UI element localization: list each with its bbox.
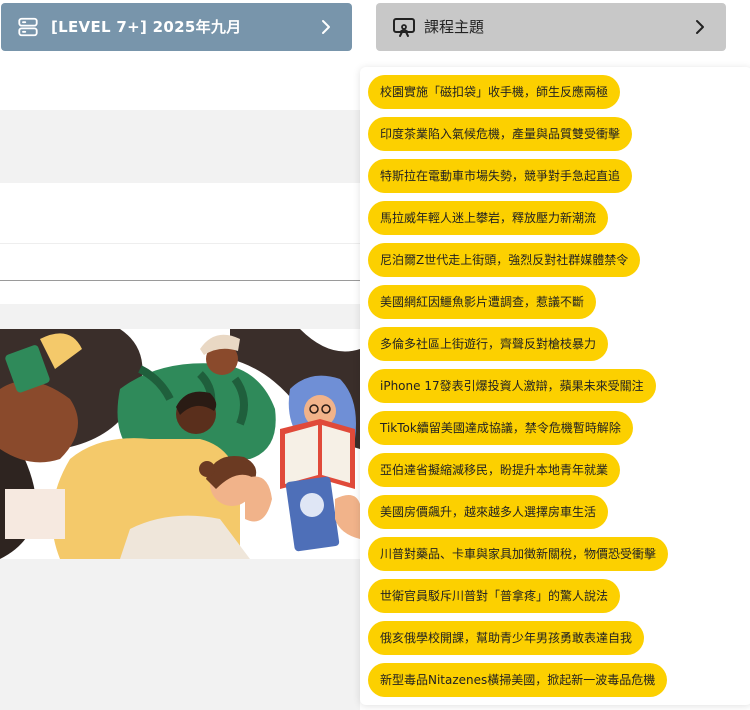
topic-row: 特斯拉在電動車市場失勢，競爭對手急起直追 <box>368 159 668 201</box>
presentation-board-icon <box>393 18 415 37</box>
topic-item[interactable]: 校園實施「磁扣袋」收手機，師生反應兩極 <box>368 75 621 109</box>
topic-selector-button[interactable]: 課程主題 <box>376 3 726 51</box>
topic-row: 校園實施「磁扣袋」收手機，師生反應兩極 <box>368 75 668 117</box>
topic-item[interactable]: 多倫多社區上街遊行，齊聲反對槍枝暴力 <box>368 327 609 361</box>
topic-label: 課程主題 <box>424 18 485 36</box>
content-band <box>0 183 360 243</box>
topic-item[interactable]: 川普對藥品、卡車與家具加徵新關稅，物價恐受衝擊 <box>368 537 669 571</box>
level-label: [LEVEL 7+] 2025年九月 <box>51 18 242 36</box>
topic-row: 多倫多社區上街遊行，齊聲反對槍枝暴力 <box>368 327 668 369</box>
topic-item[interactable]: 尼泊爾Z世代走上街頭，強烈反對社群媒體禁令 <box>368 243 641 277</box>
topic-row: 馬拉威年輕人迷上攀岩，釋放壓力新潮流 <box>368 201 668 243</box>
topic-item[interactable]: 亞伯達省擬縮減移民，盼提升本地青年就業 <box>368 453 621 487</box>
topic-row: iPhone 17發表引爆投資人激辯，蘋果未來受關注 <box>368 369 668 411</box>
topic-item[interactable]: 美國網紅因鱷魚影片遭調查，惹議不斷 <box>368 285 597 319</box>
level-selector-button[interactable]: [LEVEL 7+] 2025年九月 <box>1 3 352 51</box>
topic-row: 亞伯達省擬縮減移民，盼提升本地青年就業 <box>368 453 668 495</box>
content-band <box>0 304 360 329</box>
text-field-area <box>0 243 360 281</box>
top-bar: [LEVEL 7+] 2025年九月 課程主題 <box>0 0 750 62</box>
reading-people-illustration <box>0 329 360 559</box>
topic-item[interactable]: 特斯拉在電動車市場失勢，競爭對手急起直追 <box>368 159 633 193</box>
topic-row: 美國房價飆升，越來越多人選擇房車生活 <box>368 495 668 537</box>
topic-item[interactable]: 世衛官員駁斥川普對「普拿疼」的驚人說法 <box>368 579 621 613</box>
topic-row: 美國網紅因鱷魚影片遭調查，惹議不斷 <box>368 285 668 327</box>
topic-item[interactable]: 俄亥俄學校開課，幫助青少年男孩勇敢表達自我 <box>368 621 645 655</box>
topic-row: TikTok續留美國達成協議，禁令危機暫時解除 <box>368 411 668 453</box>
topic-item[interactable]: 印度茶業陷入氣候危機，產量與品質雙受衝擊 <box>368 117 633 151</box>
topic-item[interactable]: TikTok續留美國達成協議，禁令危機暫時解除 <box>368 411 633 445</box>
topic-item[interactable]: iPhone 17發表引爆投資人激辯，蘋果未來受關注 <box>368 369 656 403</box>
topic-list: 校園實施「磁扣袋」收手機，師生反應兩極 印度茶業陷入氣候危機，產量與品質雙受衝擊特… <box>368 75 669 705</box>
topic-item[interactable]: 馬拉威年輕人迷上攀岩，釋放壓力新潮流 <box>368 201 609 235</box>
chevron-right-icon <box>322 20 330 34</box>
topic-row: 川普對藥品、卡車與家具加徵新關稅，物價恐受衝擊 <box>368 537 669 579</box>
topic-item[interactable]: 新型毒品Nitazenes橫掃美國，掀起新一波毒品危機 <box>368 663 668 697</box>
topic-row: 尼泊爾Z世代走上街頭，強烈反對社群媒體禁令 <box>368 243 668 285</box>
content-band <box>0 559 360 710</box>
server-stack-icon <box>18 17 38 37</box>
topic-row: 印度茶業陷入氣候危機，產量與品質雙受衝擊 <box>368 117 668 159</box>
content-band <box>0 110 360 183</box>
chevron-right-icon <box>696 20 704 34</box>
topic-dropdown-menu: 校園實施「磁扣袋」收手機，師生反應兩極 印度茶業陷入氣候危機，產量與品質雙受衝擊特… <box>360 67 750 705</box>
topic-row: 世衛官員駁斥川普對「普拿疼」的驚人說法 <box>368 579 668 621</box>
topic-item[interactable]: 美國房價飆升，越來越多人選擇房車生活 <box>368 495 609 529</box>
topic-row: 新型毒品Nitazenes橫掃美國，掀起新一波毒品危機 <box>368 663 668 705</box>
page-background-content <box>0 62 360 710</box>
topic-row: 俄亥俄學校開課，幫助青少年男孩勇敢表達自我 <box>368 621 668 663</box>
